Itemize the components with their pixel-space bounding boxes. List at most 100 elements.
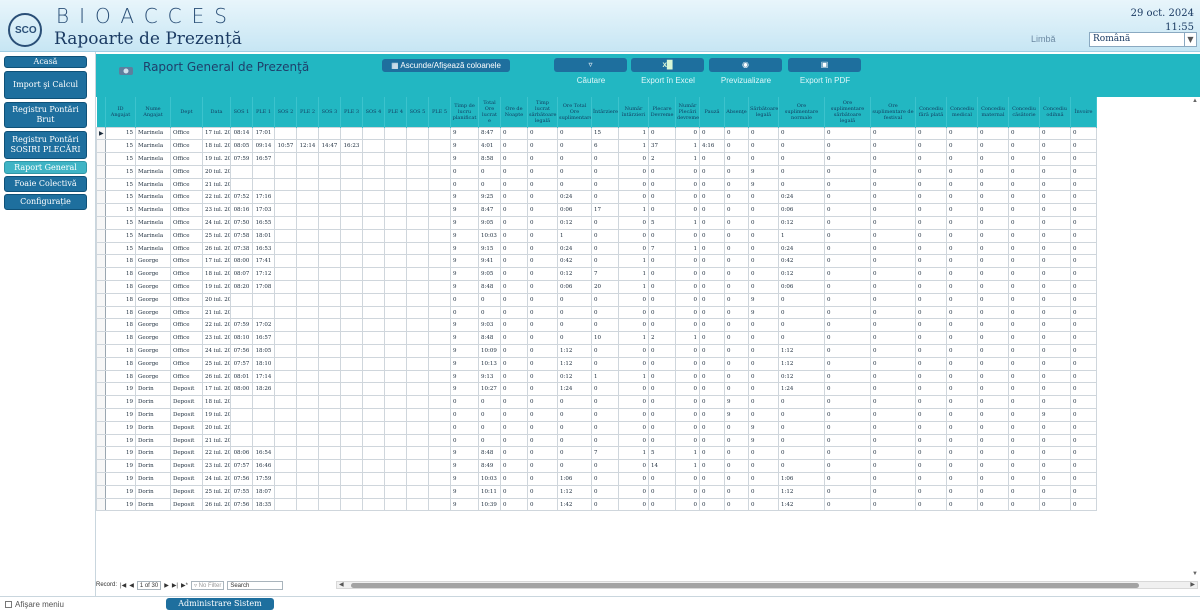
table-row[interactable]: 19DorinDeposit18 iul. 202400000000009000… — [96, 395, 1097, 410]
table-cell[interactable]: 0:24 — [557, 190, 592, 205]
table-cell[interactable] — [318, 331, 341, 346]
table-cell[interactable]: 0 — [977, 139, 1009, 154]
column-header[interactable]: Număr întârzieri — [618, 97, 649, 127]
table-cell[interactable] — [384, 216, 407, 230]
table-cell[interactable]: 0 — [915, 420, 947, 435]
table-cell[interactable]: 0 — [1008, 254, 1040, 269]
table-cell[interactable]: 0 — [778, 305, 825, 320]
table-cell[interactable]: 0 — [591, 408, 619, 422]
table-cell[interactable]: 0 — [618, 344, 649, 358]
table-cell[interactable]: 0 — [1039, 152, 1071, 166]
table-cell[interactable]: 9 — [748, 420, 779, 435]
table-cell[interactable]: 0 — [648, 356, 676, 371]
table-cell[interactable]: Deposit — [170, 497, 203, 512]
table-cell[interactable] — [362, 267, 385, 282]
sidebar-item-registru-brut[interactable]: Registru Pontări Brut — [4, 102, 87, 128]
table-cell[interactable]: 1 — [557, 228, 592, 243]
table-row[interactable]: 19DorinDeposit17 iul. 202408:0018:26 910:… — [96, 382, 1097, 397]
table-cell[interactable]: 1 — [675, 459, 700, 474]
table-cell[interactable]: 0 — [915, 433, 947, 448]
table-cell[interactable]: 0 — [1070, 254, 1097, 269]
table-cell[interactable] — [296, 420, 319, 435]
table-cell[interactable]: 10:39 — [478, 497, 501, 512]
table-cell[interactable]: 0 — [748, 280, 779, 294]
table-cell[interactable]: 0 — [675, 254, 700, 269]
table-cell[interactable]: 0 — [1070, 472, 1097, 486]
table-cell[interactable]: 0 — [527, 292, 558, 307]
table-cell[interactable]: 0:42 — [557, 254, 592, 269]
table-cell[interactable] — [428, 356, 451, 371]
table-cell[interactable]: 17:14 — [252, 369, 275, 384]
row-selector[interactable] — [96, 139, 106, 154]
table-cell[interactable]: 0 — [946, 497, 978, 512]
table-cell[interactable]: 0 — [748, 472, 779, 486]
table-cell[interactable]: 0 — [1070, 331, 1097, 346]
table-cell[interactable]: 0 — [618, 216, 649, 230]
table-cell[interactable] — [230, 420, 253, 435]
table-cell[interactable]: 9 — [450, 446, 479, 461]
table-cell[interactable]: Office — [170, 280, 203, 294]
table-cell[interactable]: 0 — [675, 484, 700, 499]
export-pdf-button[interactable]: ▣ — [788, 58, 861, 72]
table-cell[interactable] — [384, 420, 407, 435]
table-cell[interactable]: 0 — [870, 267, 916, 282]
preview-button[interactable]: ◉ — [709, 58, 782, 72]
table-cell[interactable]: 1:12 — [557, 484, 592, 499]
table-cell[interactable]: 17:08 — [252, 280, 275, 294]
table-cell[interactable]: 0 — [591, 420, 619, 435]
table-cell[interactable]: 19 — [105, 433, 136, 448]
table-cell[interactable]: Deposit — [170, 433, 203, 448]
table-cell[interactable]: 0 — [915, 472, 947, 486]
table-cell[interactable]: 0 — [699, 241, 725, 256]
table-cell[interactable]: Office — [170, 267, 203, 282]
table-cell[interactable]: 0 — [450, 408, 479, 422]
table-cell[interactable]: 21 iul. 2024 — [202, 433, 231, 448]
row-selector[interactable] — [96, 216, 106, 230]
table-cell[interactable] — [296, 190, 319, 205]
table-cell[interactable]: 0 — [557, 446, 592, 461]
column-header[interactable]: ID Angajat — [105, 97, 136, 127]
table-cell[interactable]: 0 — [915, 139, 947, 154]
table-cell[interactable]: 0 — [824, 177, 871, 192]
table-cell[interactable]: 0 — [1070, 305, 1097, 320]
table-cell[interactable]: 0 — [977, 203, 1009, 218]
table-cell[interactable] — [274, 433, 297, 448]
table-cell[interactable] — [362, 459, 385, 474]
table-cell[interactable]: 18 iul. 2024 — [202, 395, 231, 410]
table-cell[interactable]: 0 — [450, 395, 479, 410]
table-cell[interactable] — [230, 395, 253, 410]
table-row[interactable]: 19DorinDeposit24 iul. 202407:5617:59 910:… — [96, 472, 1097, 486]
table-cell[interactable]: 0 — [977, 331, 1009, 346]
table-cell[interactable]: 0 — [500, 484, 528, 499]
table-cell[interactable]: 0 — [870, 126, 916, 141]
table-cell[interactable]: 4:16 — [699, 139, 725, 154]
table-cell[interactable]: 0 — [699, 177, 725, 192]
table-cell[interactable]: 0 — [618, 382, 649, 397]
table-cell[interactable]: 0 — [500, 177, 528, 192]
table-cell[interactable]: 0 — [675, 408, 700, 422]
table-cell[interactable] — [318, 216, 341, 230]
table-cell[interactable] — [340, 318, 363, 333]
table-cell[interactable] — [406, 472, 429, 486]
table-cell[interactable]: 9 — [748, 292, 779, 307]
table-cell[interactable] — [252, 164, 275, 179]
table-cell[interactable]: 0 — [527, 420, 558, 435]
table-cell[interactable]: 15 — [105, 177, 136, 192]
table-cell[interactable]: 0 — [1070, 446, 1097, 461]
table-cell[interactable]: 0 — [824, 497, 871, 512]
table-cell[interactable] — [274, 190, 297, 205]
table-cell[interactable]: 0 — [946, 139, 978, 154]
table-cell[interactable]: 1 — [618, 267, 649, 282]
table-cell[interactable]: 0:12 — [557, 369, 592, 384]
table-cell[interactable]: 0 — [1008, 459, 1040, 474]
table-cell[interactable]: 0 — [915, 241, 947, 256]
table-cell[interactable]: 19 — [105, 472, 136, 486]
row-selector[interactable] — [96, 305, 106, 320]
table-cell[interactable]: George — [135, 267, 171, 282]
table-cell[interactable] — [318, 344, 341, 358]
table-cell[interactable]: 0 — [1008, 152, 1040, 166]
table-cell[interactable]: 0 — [870, 305, 916, 320]
table-cell[interactable]: 0 — [591, 254, 619, 269]
export-excel-button[interactable]: x█ — [631, 58, 704, 72]
table-cell[interactable] — [428, 190, 451, 205]
